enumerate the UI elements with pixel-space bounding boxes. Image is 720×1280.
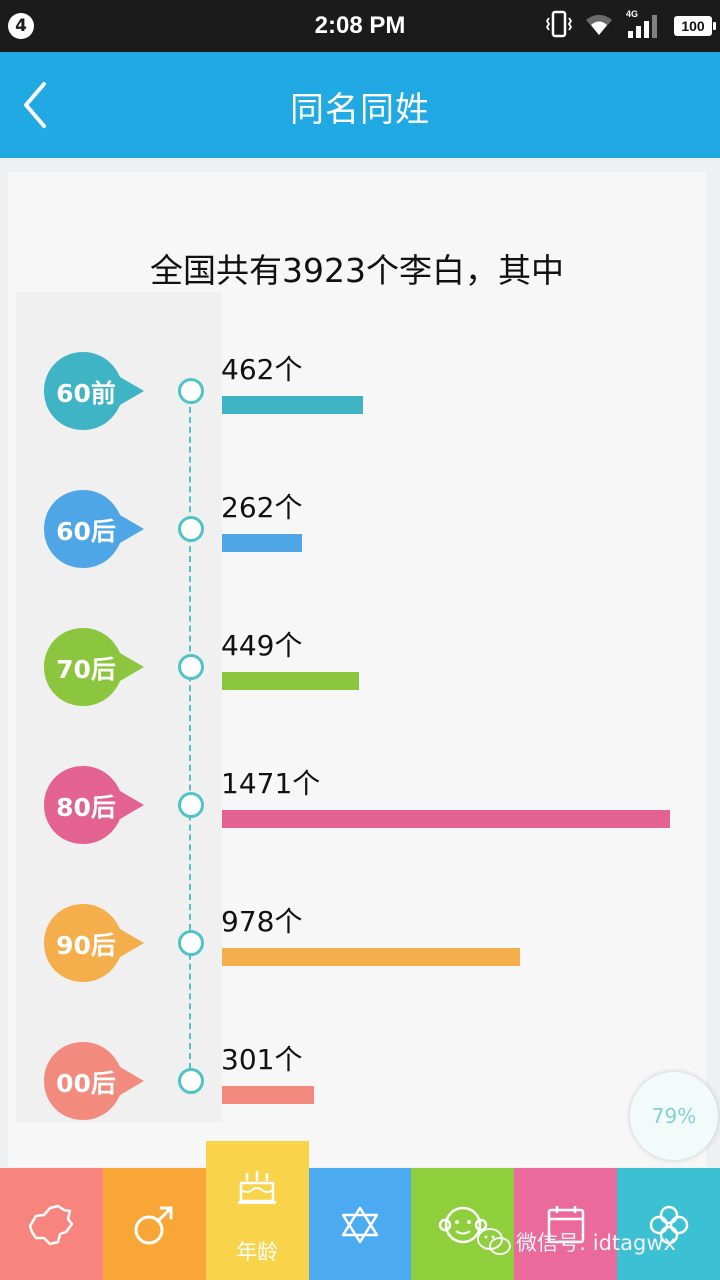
status-icons: 4G 100 [545, 9, 716, 42]
tab-age-label: 年龄 [236, 1240, 279, 1264]
timeline-node [178, 1068, 204, 1094]
category-label: 60后 [56, 517, 116, 546]
count-bar [222, 1086, 314, 1104]
count-bar [222, 534, 302, 552]
category-label: 70后 [56, 655, 116, 684]
wifi-icon [584, 11, 614, 41]
content-card: 全国共有3923个李白，其中 60前 462个 60后 262个 70后 449个 80后 1… [8, 172, 706, 1167]
tab-gender[interactable] [102, 1168, 206, 1280]
chart-row: 00后 301个 [8, 1032, 706, 1132]
chart-row: 80后 1471个 [8, 756, 706, 856]
wechat-icon [477, 1228, 511, 1255]
category-badge: 60前 [44, 352, 146, 430]
tab-age[interactable]: 年龄 [205, 1141, 309, 1280]
tab-region[interactable] [0, 1168, 103, 1280]
timeline-node [178, 930, 204, 956]
count-label: 1471个 [221, 767, 321, 800]
count-label: 462个 [221, 353, 303, 386]
timeline-node [178, 378, 204, 404]
category-badge: 70后 [44, 628, 146, 706]
count-label: 262个 [221, 491, 303, 524]
timeline-node [178, 792, 204, 818]
tab-star[interactable] [308, 1168, 412, 1280]
app-bar: 同名同姓 [0, 52, 720, 158]
count-bar [222, 396, 363, 414]
progress-button[interactable]: 79% [630, 1072, 718, 1160]
timeline-node [178, 516, 204, 542]
star-of-david-icon [341, 1206, 379, 1244]
chart-row: 70后 449个 [8, 618, 706, 718]
count-label: 978个 [221, 905, 303, 938]
battery-icon: 100 [674, 16, 716, 36]
cell-signal-icon: 4G [626, 9, 662, 40]
category-badge: 80后 [44, 766, 146, 844]
count-bar [222, 810, 670, 828]
watermark: 微信号: idtagwx [476, 1224, 676, 1260]
gender-icon [134, 1206, 173, 1245]
category-badge: 00后 [44, 1042, 146, 1120]
category-label: 60前 [56, 379, 116, 408]
watermark-text: 微信号: idtagwx [516, 1231, 676, 1255]
timeline-node [178, 654, 204, 680]
category-label: 00后 [56, 1069, 116, 1098]
china-map-icon [29, 1204, 74, 1246]
chart-row: 60后 262个 [8, 480, 706, 580]
category-badge: 90后 [44, 904, 146, 982]
page-title: 同名同姓 [290, 90, 430, 130]
category-label: 90后 [56, 931, 116, 960]
count-label: 301个 [221, 1043, 303, 1076]
count-bar [222, 672, 359, 690]
chart-row: 90后 978个 [8, 894, 706, 994]
count-label: 449个 [221, 629, 303, 662]
category-label: 80后 [56, 793, 116, 822]
status-bar: 4 2:08 PM 4G 100 [0, 0, 720, 52]
birthday-cake-icon [238, 1171, 277, 1204]
category-badge: 60后 [44, 490, 146, 568]
count-bar [222, 948, 520, 966]
vibrate-icon [545, 10, 573, 42]
chart-row: 60前 462个 [8, 342, 706, 442]
summary-headline: 全国共有3923个李白，其中 [150, 251, 564, 290]
